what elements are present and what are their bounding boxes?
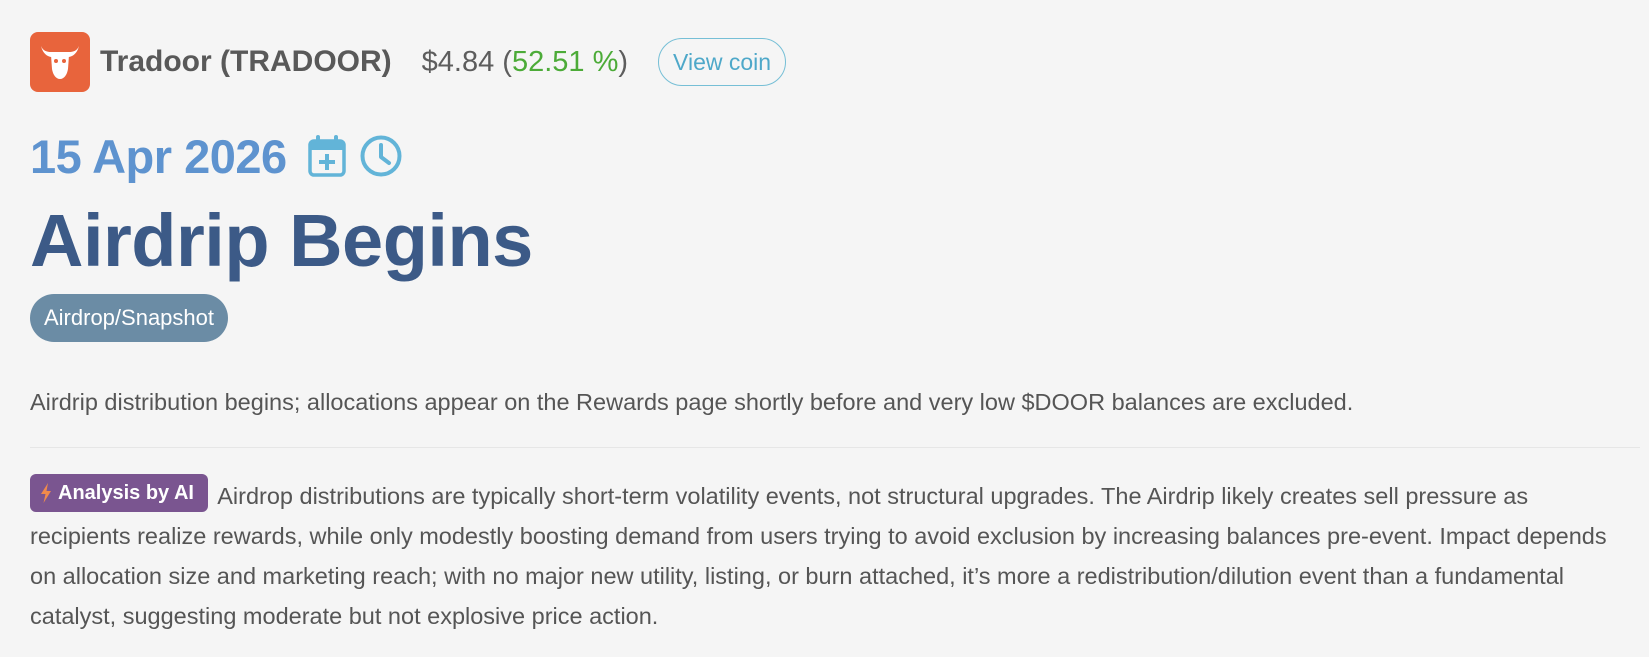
price-value: $4.84: [421, 45, 495, 78]
event-date: 15 Apr 2026: [30, 129, 287, 183]
lightning-bolt-icon: [40, 483, 52, 503]
category-badge[interactable]: Airdrop/Snapshot: [30, 294, 228, 342]
coin-name[interactable]: Tradoor (TRADOOR): [100, 45, 392, 79]
section-divider: [30, 447, 1640, 448]
clock-icon[interactable]: [359, 134, 403, 178]
ai-analysis: Analysis by AI Airdrop distributions are…: [30, 474, 1635, 636]
ai-badge-label: Analysis by AI: [58, 482, 194, 504]
event-title: Airdrip Begins: [30, 199, 533, 282]
ai-analysis-badge: Analysis by AI: [30, 474, 208, 512]
ai-analysis-text: Airdrop distributions are typically shor…: [30, 483, 1607, 629]
coin-header: Tradoor (TRADOOR) $4.84 (52.51 %) View c…: [30, 32, 787, 92]
event-date-row: 15 Apr 2026: [30, 124, 403, 188]
price-change: 52.51 %: [511, 45, 619, 78]
view-coin-button[interactable]: View coin: [658, 38, 787, 86]
calendar-add-icon[interactable]: [307, 133, 347, 179]
coin-price: $4.84 (52.51 %): [421, 45, 629, 78]
bull-head-icon[interactable]: [30, 32, 90, 92]
event-description: Airdrip distribution begins; allocations…: [30, 389, 1354, 415]
